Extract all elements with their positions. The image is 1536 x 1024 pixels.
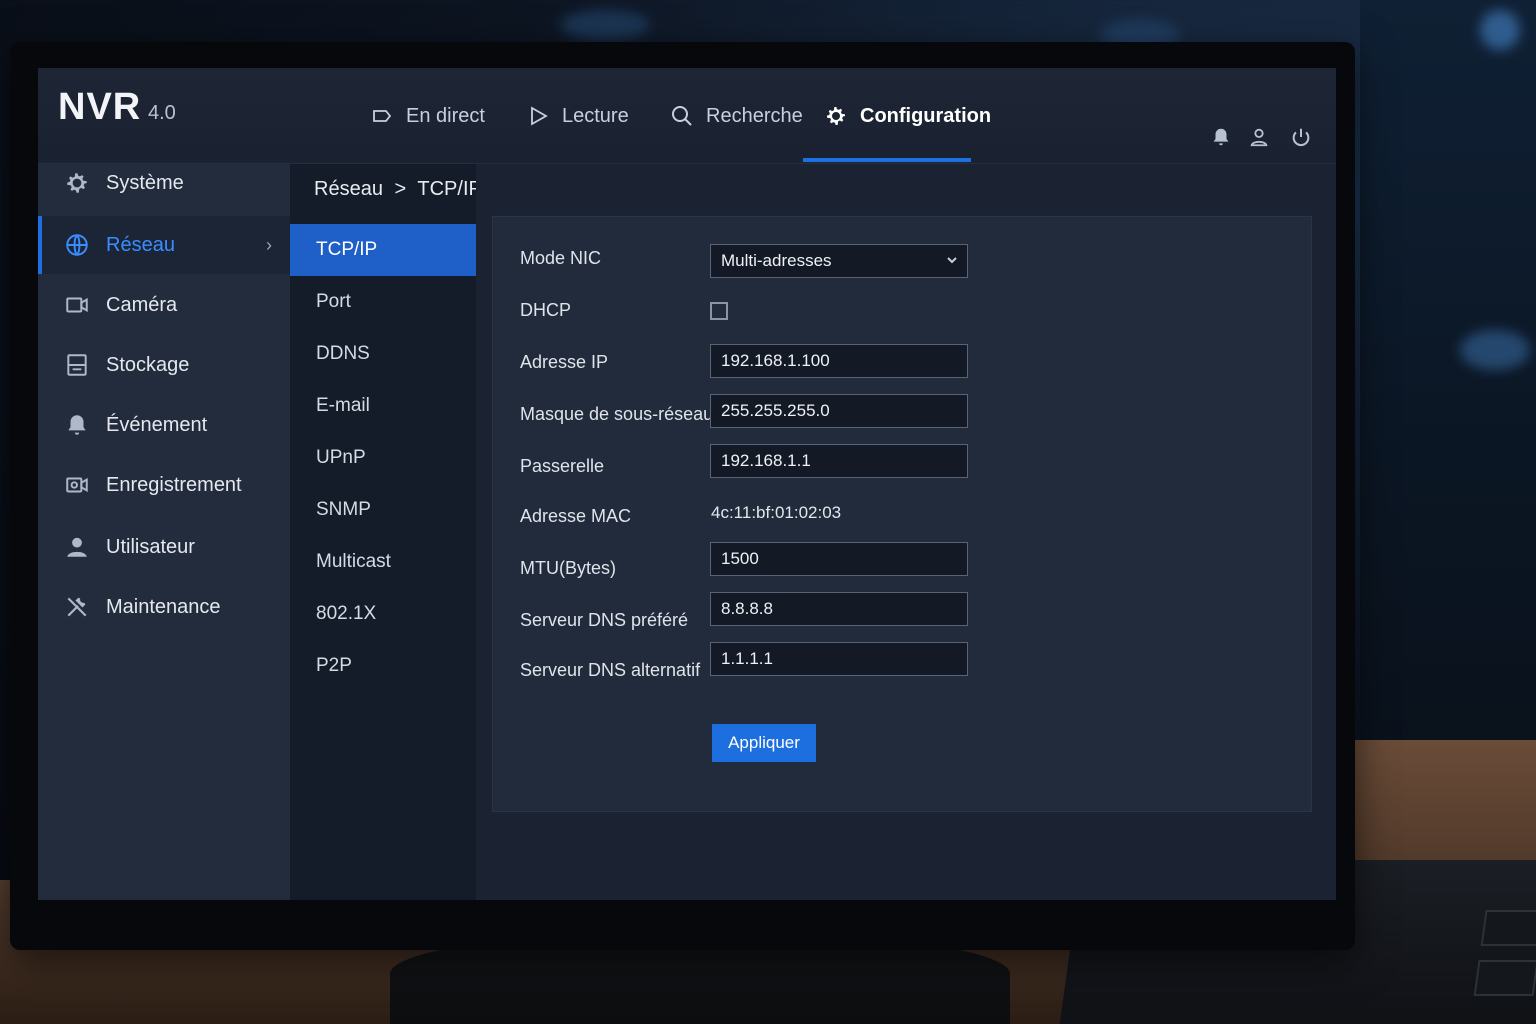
search-icon [672, 106, 692, 126]
mac-address-value: 4c:11:bf:01:02:03 [711, 503, 842, 522]
mtu-label: MTU(Bytes) [520, 558, 616, 578]
sidebar-item-label: Maintenance [106, 595, 221, 618]
nav-live-label: En direct [406, 104, 485, 127]
background-server-rack [1360, 0, 1536, 760]
sidebar-item-label: Utilisateur [106, 535, 195, 558]
dhcp-checkbox[interactable] [710, 302, 728, 320]
user-icon [67, 537, 87, 557]
sidebar-item-label: Système [106, 171, 184, 194]
sidebar-item-label: Stockage [106, 353, 190, 376]
preferred-dns-label: Serveur DNS préféré [520, 610, 689, 630]
submenu-item-tcpip[interactable]: TCP/IP [290, 224, 476, 276]
sidebar-item-label: Réseau [106, 233, 175, 256]
sidebar-item-camera[interactable]: Caméra [38, 276, 290, 334]
apply-button[interactable]: Appliquer [712, 724, 816, 762]
submenu-item-8021x[interactable]: 802.1X [290, 588, 476, 640]
alternate-dns-input[interactable]: 1.1.1.1 [710, 642, 968, 676]
submenu-item-p2p[interactable]: P2P [290, 640, 476, 692]
submenu-item-email[interactable]: E-mail [290, 380, 476, 432]
globe-icon [66, 234, 88, 256]
tools-icon [67, 597, 87, 617]
submenu-item-snmp[interactable]: SNMP [290, 484, 476, 536]
chevron-down-icon [947, 257, 957, 264]
submenu-item-ddns[interactable]: DDNS [290, 328, 476, 380]
top-bar: NVR 4.0 En direct Lecture Recherche Conf… [38, 68, 1336, 164]
mtu-input[interactable]: 1500 [710, 542, 968, 576]
nav-search-label: Recherche [706, 104, 803, 127]
live-view-icon [373, 110, 392, 122]
gear-icon [67, 173, 87, 193]
ip-address-input[interactable]: 192.168.1.100 [710, 344, 968, 378]
monitor-screen: NVR 4.0 En direct Lecture Recherche Conf… [38, 68, 1336, 900]
nav-playback[interactable]: Lecture [526, 104, 629, 128]
sidebar-item-maintenance[interactable]: Maintenance [38, 578, 290, 636]
camera-icon [66, 297, 88, 313]
nav-search[interactable]: Recherche [670, 104, 803, 128]
nav-live[interactable]: En direct [370, 104, 485, 128]
sidebar-item-stockage[interactable]: Stockage [38, 336, 290, 394]
nic-mode-select[interactable]: Multi-adresses [710, 244, 968, 278]
nic-mode-label: Mode NIC [520, 248, 602, 268]
brand-logo: NVR [58, 86, 142, 128]
sidebar-item-label: Enregistrement [106, 473, 242, 496]
nvr-port [1480, 910, 1536, 946]
nav-configuration-label: Configuration [860, 104, 992, 127]
chevron-right-icon: › [266, 234, 272, 255]
alternate-dns-label: Serveur DNS alternatif [520, 660, 701, 680]
breadcrumb-separator: > [394, 178, 407, 200]
sidebar-item-evenement[interactable]: Événement [38, 396, 290, 454]
sidebar-item-systeme[interactable]: Système [38, 154, 290, 212]
brand-version: 4.0 [148, 102, 176, 124]
sidebar-item-utilisateur[interactable]: Utilisateur [38, 518, 290, 576]
subnet-mask-label: Masque de sous-réseau [520, 404, 714, 424]
storage-icon [67, 354, 87, 376]
breadcrumb-current: TCP/IP [417, 178, 482, 200]
bell-icon[interactable] [1210, 126, 1232, 148]
power-icon[interactable] [1290, 126, 1312, 148]
subnet-mask-input[interactable]: 255.255.255.0 [710, 394, 968, 428]
breadcrumb: Réseau > TCP/IP [314, 178, 482, 201]
background-light [1480, 10, 1520, 50]
play-icon [531, 106, 548, 126]
ip-address-label: Adresse IP [520, 352, 609, 372]
record-icon [66, 477, 88, 493]
gateway-input[interactable]: 192.168.1.1 [710, 444, 968, 478]
preferred-dns-input[interactable]: 8.8.8.8 [710, 592, 968, 626]
sidebar-item-label: Événement [106, 413, 208, 436]
nvr-port [1473, 960, 1536, 996]
gateway-label: Passerelle [520, 456, 605, 476]
background-light [1460, 330, 1530, 370]
breadcrumb-parent[interactable]: Réseau [314, 178, 383, 200]
mac-address-label: Adresse MAC [520, 506, 632, 526]
nic-mode-value: Multi-adresses [721, 251, 832, 270]
nav-playback-label: Lecture [562, 104, 629, 127]
sidebar-item-reseau[interactable]: Réseau › [38, 216, 290, 274]
active-tab-indicator [803, 158, 971, 162]
nav-configuration[interactable]: Configuration [824, 104, 991, 128]
background-light [560, 10, 650, 40]
sidebar-item-label: Caméra [106, 293, 178, 316]
user-icon[interactable] [1248, 126, 1270, 148]
submenu-item-upnp[interactable]: UPnP [290, 432, 476, 484]
dhcp-label: DHCP [520, 300, 572, 320]
bell-icon [68, 415, 86, 435]
submenu-item-port[interactable]: Port [290, 276, 476, 328]
submenu-item-multicast[interactable]: Multicast [290, 536, 476, 588]
gear-icon [827, 107, 845, 125]
sidebar-item-enregistrement[interactable]: Enregistrement [38, 456, 290, 514]
